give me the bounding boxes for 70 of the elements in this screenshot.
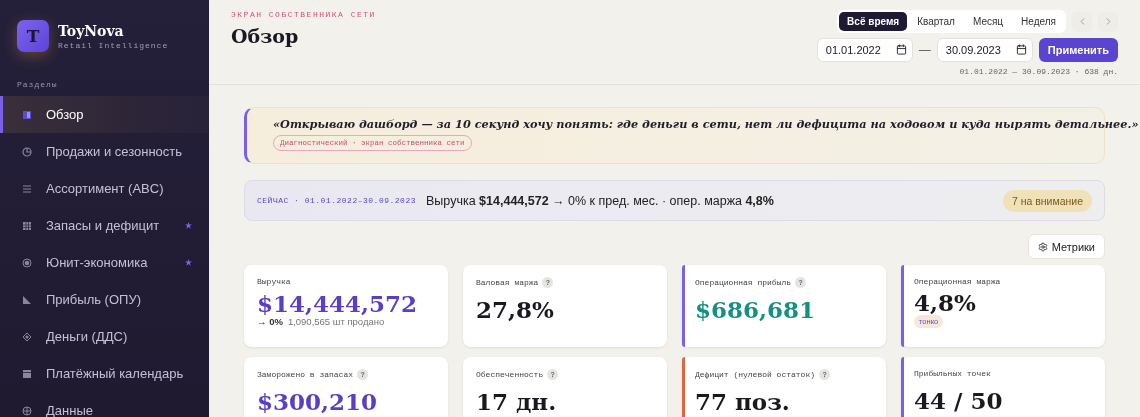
period-tab[interactable]: Всё время	[839, 12, 908, 31]
summary-label: СЕЙЧАС · 01.01.2022–30.09.2023	[257, 196, 417, 205]
sidebar-item-label: Запасы и дефицит	[46, 218, 161, 233]
kpi-note: 1,090,565 шт продано	[287, 316, 385, 328]
sidebar-item[interactable]: Юнит-экономика	[0, 244, 209, 281]
sidebar-item[interactable]: Продажи и сезонность	[0, 133, 209, 170]
sidebar-item-label: Прибыль (ОПУ)	[46, 292, 142, 307]
sidebar-item-label: Продажи и сезонность	[46, 144, 184, 159]
kpi-label: Операционная маржа	[914, 277, 1001, 286]
page-title: Обзор	[231, 25, 300, 47]
sidebar-item-label: Деньги (ДДС)	[46, 329, 129, 344]
kpi-label: Заморожено в запасах	[257, 370, 353, 379]
sidebar-item-label: Платёжный календарь	[46, 366, 185, 381]
brand-name: ToyNova	[58, 22, 125, 39]
kpi-value: $300,210	[257, 390, 379, 415]
kpi-label: Операционная прибыль	[695, 278, 791, 287]
sidebar-item-label: Юнит-экономика	[46, 255, 149, 270]
calendar-icon	[22, 368, 32, 379]
gear-icon	[1037, 241, 1048, 252]
attention-badge: 7 на внимание	[1002, 189, 1092, 212]
date-separator: —	[918, 43, 931, 57]
diamond-icon	[22, 331, 32, 342]
apply-button[interactable]: Применить	[1038, 38, 1118, 62]
kpi-trend: → 0%	[257, 316, 283, 328]
page-eyebrow: ЭКРАН СОБСТВЕННИКА СЕТИ	[231, 10, 376, 19]
kpi-value: 4,8%	[914, 290, 977, 316]
date-from-field[interactable]: 01.01.2022	[816, 38, 913, 62]
calendar-icon	[1015, 44, 1027, 55]
date-range-text: 01.01.2022 — 30.09.2023 · 638 дн.	[959, 67, 1118, 76]
triangle-icon	[22, 294, 32, 305]
target-icon	[22, 257, 32, 268]
calendar-icon	[895, 44, 907, 55]
kpi-value: 44 / 50	[914, 389, 1004, 414]
date-to-field[interactable]: 30.09.2023	[936, 38, 1033, 62]
kpi-value: $14,444,572	[257, 291, 419, 317]
quote-text: «Открываю дашборд — за 10 секунд хочу понять: где деньги в сети, нет ли дефицита на ходовом и куда нырять детальнее.»	[273, 117, 1139, 131]
kpi-label: Обеспеченность	[476, 370, 544, 379]
period-tab[interactable]: Квартал	[909, 12, 963, 31]
kpi-label: Выручка	[257, 277, 291, 286]
sidebar-item[interactable]: Обзор	[0, 96, 209, 133]
globe-icon	[22, 405, 32, 416]
panel-icon	[22, 109, 32, 120]
list-icon	[22, 183, 32, 194]
sidebar-item[interactable]: Платёжный календарь	[0, 355, 209, 392]
logo: T	[17, 20, 49, 52]
sidebar-item[interactable]: Ассортимент (ABC)	[0, 170, 209, 207]
kpi-label: Дефицит (нулевой остаток)	[695, 370, 816, 379]
sidebar-item[interactable]: Прибыль (ОПУ)	[0, 281, 209, 318]
period-tab[interactable]: Неделя	[1013, 12, 1064, 31]
grid-icon	[22, 220, 32, 231]
sidebar-item-label: Обзор	[46, 107, 85, 122]
brand-tagline: Retail Intelligence	[58, 40, 169, 50]
sidebar-item[interactable]: Данные	[0, 392, 209, 417]
kpi-value: $686,681	[695, 298, 817, 323]
previous-button[interactable]	[1072, 11, 1092, 32]
metrics-button[interactable]: Метрики	[1027, 234, 1105, 259]
sidebar-item[interactable]: Запасы и дефицит	[0, 207, 209, 244]
summary-text: Выручка $14,444,572 → 0% к пред. мес. · опер. маржа 4,8%	[426, 193, 775, 208]
kpi-value: 17 дн.	[476, 390, 558, 415]
kpi-value: 27,8%	[476, 298, 555, 323]
kpi-label: Валовая маржа	[476, 278, 539, 287]
next-button[interactable]	[1098, 11, 1118, 32]
section-label: Разделы	[16, 79, 59, 91]
sidebar-item-label: Данные	[46, 403, 94, 417]
pie-icon	[22, 146, 32, 157]
kpi-label: Прибыльных точек	[914, 369, 991, 378]
kpi-value: 77 поз.	[695, 390, 791, 415]
sidebar-item[interactable]: Деньги (ДДС)	[0, 318, 209, 355]
sidebar-item-label: Ассортимент (ABC)	[46, 181, 165, 196]
period-tab[interactable]: Месяц	[964, 12, 1012, 31]
